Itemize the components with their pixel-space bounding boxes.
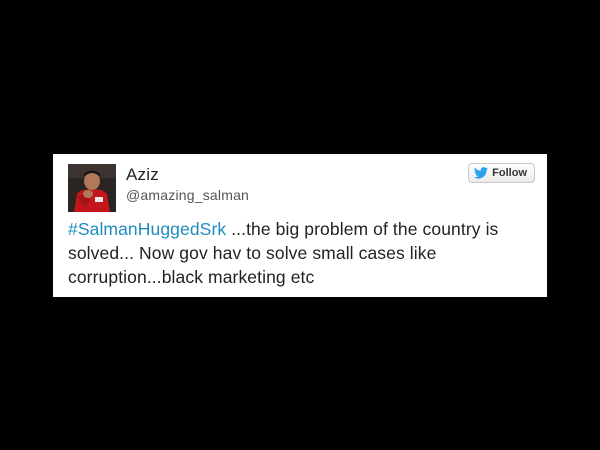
author-handle[interactable]: @amazing_salman	[126, 187, 249, 203]
avatar-image	[68, 164, 116, 212]
avatar[interactable]	[68, 164, 116, 212]
twitter-bird-icon	[474, 167, 489, 179]
follow-button[interactable]: Follow	[468, 163, 535, 183]
tweet-card: Aziz @amazing_salman Follow #SalmanHugge…	[53, 154, 547, 297]
follow-button-label: Follow	[492, 167, 527, 179]
author-name[interactable]: Aziz	[126, 165, 159, 185]
screenshot-frame: Aziz @amazing_salman Follow #SalmanHugge…	[0, 0, 600, 450]
tweet-text: #SalmanHuggedSrk ...the big problem of t…	[68, 217, 528, 289]
hashtag-link[interactable]: #SalmanHuggedSrk	[68, 219, 226, 239]
